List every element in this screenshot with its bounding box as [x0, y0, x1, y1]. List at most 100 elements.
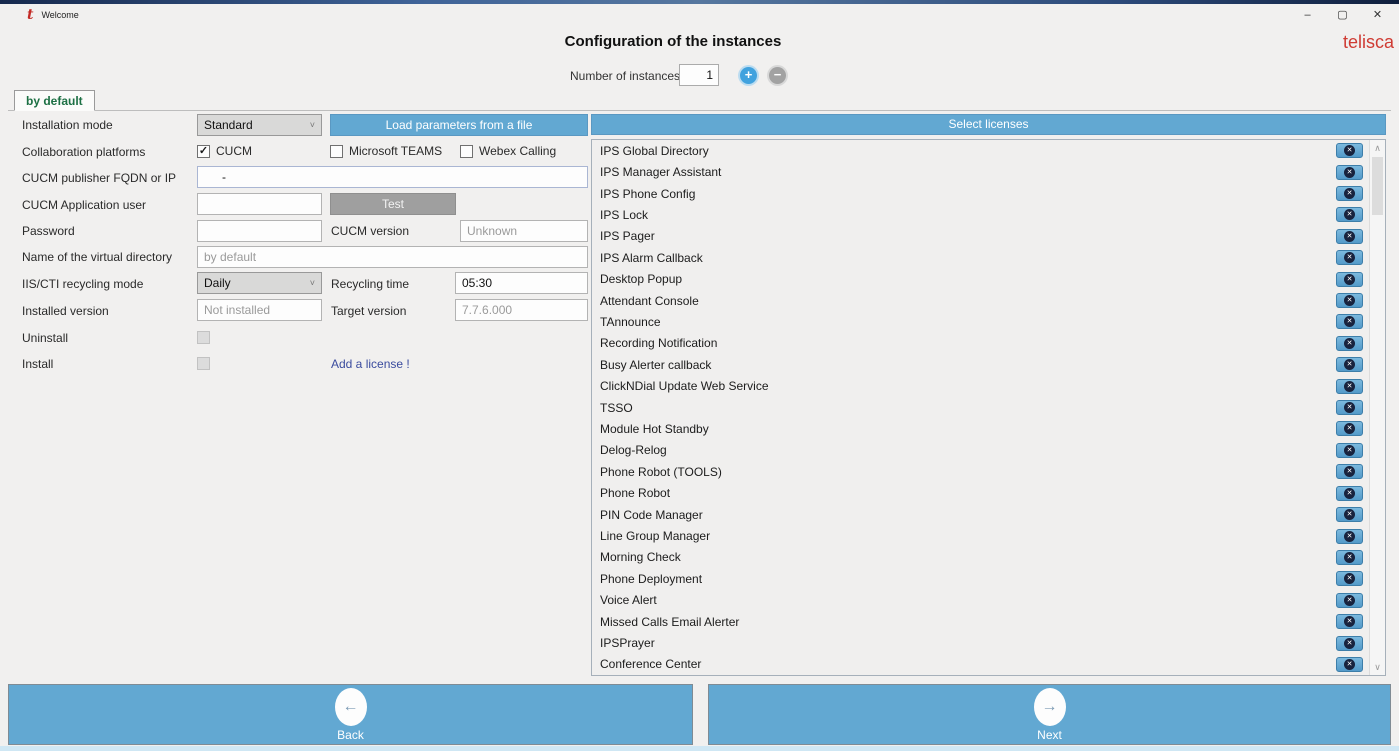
prohibit-icon: ✕	[1344, 509, 1355, 520]
minimize-button[interactable]: –	[1290, 4, 1325, 26]
installed-version-label: Installed version	[22, 304, 109, 318]
platform-checkbox[interactable]: Microsoft TEAMS	[330, 144, 460, 158]
license-row: Phone Deployment ✕	[592, 568, 1369, 589]
license-row: Line Group Manager ✕	[592, 525, 1369, 546]
platforms-row: ✓ CUCM Microsoft TEAMS Webex Calling	[197, 144, 600, 158]
install-checkbox[interactable]	[197, 357, 210, 370]
recycling-time-input[interactable]	[455, 272, 588, 294]
uninstall-checkbox[interactable]	[197, 331, 210, 344]
prohibit-icon: ✕	[1344, 252, 1355, 263]
prohibit-icon: ✕	[1344, 595, 1355, 606]
cucm-publisher-input[interactable]	[197, 166, 588, 188]
license-row: TAnnounce ✕	[592, 311, 1369, 332]
license-toggle-button[interactable]: ✕	[1336, 336, 1363, 351]
license-toggle-button[interactable]: ✕	[1336, 443, 1363, 458]
license-toggle-button[interactable]: ✕	[1336, 165, 1363, 180]
password-label: Password	[22, 224, 75, 238]
prohibit-icon: ✕	[1344, 616, 1355, 627]
installation-mode-select[interactable]: Standard ˅	[197, 114, 322, 136]
license-toggle-button[interactable]: ✕	[1336, 529, 1363, 544]
license-list: IPS Global Directory ✕ IPS Manager Assis…	[591, 139, 1386, 676]
cucm-publisher-label: CUCM publisher FQDN or IP	[22, 171, 176, 185]
license-row: TSSO ✕	[592, 397, 1369, 418]
scrollbar-thumb[interactable]	[1372, 157, 1383, 215]
license-toggle-button[interactable]: ✕	[1336, 421, 1363, 436]
license-label: IPS Lock	[600, 208, 648, 222]
platform-label: Microsoft TEAMS	[349, 144, 442, 158]
titlebar: t Welcome – ▢ ✕	[0, 4, 1399, 26]
select-licenses-header: Select licenses	[591, 114, 1386, 135]
installation-mode-label: Installation mode	[22, 118, 113, 132]
back-arrow-icon: ←	[335, 688, 367, 726]
maximize-button[interactable]: ▢	[1325, 4, 1360, 26]
next-button-label: Next	[1037, 728, 1062, 742]
license-toggle-button[interactable]: ✕	[1336, 486, 1363, 501]
license-toggle-button[interactable]: ✕	[1336, 464, 1363, 479]
license-toggle-button[interactable]: ✕	[1336, 186, 1363, 201]
virtual-directory-input[interactable]	[197, 246, 588, 268]
license-label: Phone Robot (TOOLS)	[600, 465, 722, 479]
license-rows: IPS Global Directory ✕ IPS Manager Assis…	[592, 140, 1369, 675]
license-toggle-button[interactable]: ✕	[1336, 593, 1363, 608]
license-toggle-button[interactable]: ✕	[1336, 400, 1363, 415]
license-row: Desktop Popup ✕	[592, 268, 1369, 289]
installed-version-input	[197, 299, 322, 321]
recycling-mode-select[interactable]: Daily ˅	[197, 272, 322, 294]
license-toggle-button[interactable]: ✕	[1336, 507, 1363, 522]
license-toggle-button[interactable]: ✕	[1336, 272, 1363, 287]
license-toggle-button[interactable]: ✕	[1336, 229, 1363, 244]
scroll-down-icon[interactable]: ∨	[1370, 659, 1385, 675]
license-toggle-button[interactable]: ✕	[1336, 207, 1363, 222]
license-toggle-button[interactable]: ✕	[1336, 657, 1363, 672]
instances-input[interactable]	[679, 64, 719, 86]
platform-checkbox[interactable]: ✓ CUCM	[197, 144, 330, 158]
license-toggle-button[interactable]: ✕	[1336, 293, 1363, 308]
window-title: Welcome	[41, 10, 78, 20]
load-parameters-button[interactable]: Load parameters from a file	[330, 114, 588, 136]
tab-by-default[interactable]: by default	[14, 90, 95, 111]
close-button[interactable]: ✕	[1360, 4, 1395, 26]
license-label: Attendant Console	[600, 294, 699, 308]
license-label: PIN Code Manager	[600, 508, 703, 522]
collaboration-platforms-label: Collaboration platforms	[22, 145, 145, 159]
license-row: IPS Lock ✕	[592, 204, 1369, 225]
prohibit-icon: ✕	[1344, 145, 1355, 156]
next-button[interactable]: → Next	[708, 684, 1391, 745]
tab-separator	[8, 110, 1391, 111]
license-row: IPS Phone Config ✕	[592, 183, 1369, 204]
license-toggle-button[interactable]: ✕	[1336, 636, 1363, 651]
license-row: Phone Robot ✕	[592, 483, 1369, 504]
license-label: IPS Global Directory	[600, 144, 709, 158]
license-label: Missed Calls Email Alerter	[600, 615, 739, 629]
test-button[interactable]: Test	[330, 193, 456, 215]
license-toggle-button[interactable]: ✕	[1336, 379, 1363, 394]
license-label: Busy Alerter callback	[600, 358, 711, 372]
license-label: IPS Alarm Callback	[600, 251, 703, 265]
add-instance-button[interactable]: +	[740, 67, 757, 84]
license-toggle-button[interactable]: ✕	[1336, 614, 1363, 629]
license-label: Module Hot Standby	[600, 422, 709, 436]
platform-label: Webex Calling	[479, 144, 556, 158]
prohibit-icon: ✕	[1344, 167, 1355, 178]
prohibit-icon: ✕	[1344, 338, 1355, 349]
remove-instance-button[interactable]: −	[769, 67, 786, 84]
license-toggle-button[interactable]: ✕	[1336, 550, 1363, 565]
license-toggle-button[interactable]: ✕	[1336, 143, 1363, 158]
add-license-link[interactable]: Add a license !	[331, 357, 410, 371]
license-row: Delog-Relog ✕	[592, 440, 1369, 461]
license-label: TAnnounce	[600, 315, 661, 329]
license-row: Voice Alert ✕	[592, 590, 1369, 611]
back-button[interactable]: ← Back	[8, 684, 693, 745]
platform-checkbox[interactable]: Webex Calling	[460, 144, 600, 158]
cucm-app-user-input[interactable]	[197, 193, 322, 215]
license-label: ClickNDial Update Web Service	[600, 379, 769, 393]
back-button-label: Back	[337, 728, 364, 742]
license-toggle-button[interactable]: ✕	[1336, 357, 1363, 372]
license-toggle-button[interactable]: ✕	[1336, 314, 1363, 329]
license-toggle-button[interactable]: ✕	[1336, 571, 1363, 586]
scroll-up-icon[interactable]: ∧	[1370, 140, 1385, 156]
password-input[interactable]	[197, 220, 322, 242]
license-scrollbar[interactable]: ∧ ∨	[1369, 140, 1385, 675]
license-toggle-button[interactable]: ✕	[1336, 250, 1363, 265]
app-logo-icon: t	[27, 8, 33, 22]
